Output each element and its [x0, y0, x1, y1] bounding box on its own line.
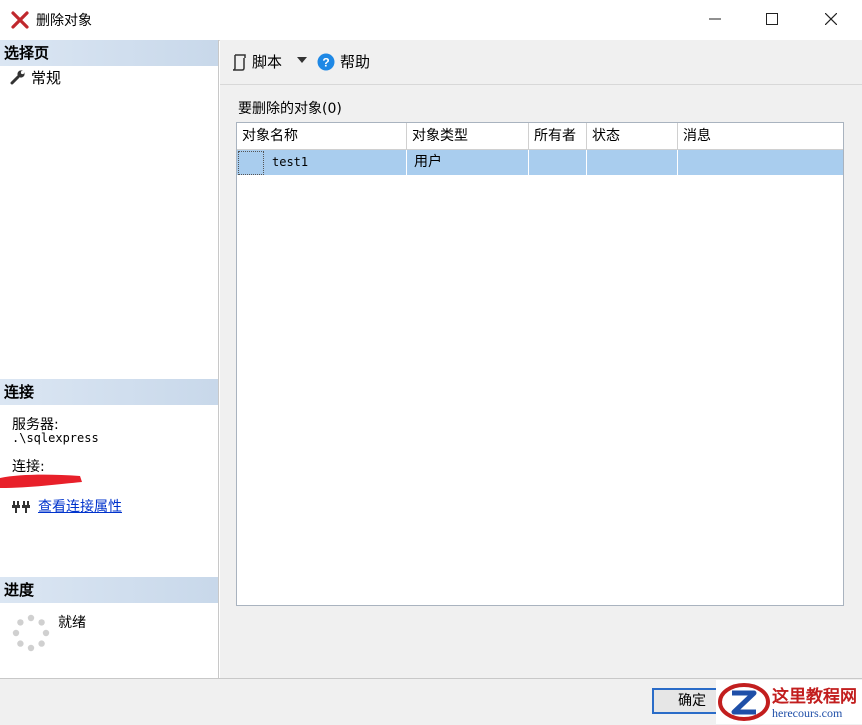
server-value: .\sqlexpress — [12, 431, 99, 445]
title-bar: 删除对象 — [0, 0, 862, 41]
toolbar: 脚本 ? 帮助 — [220, 40, 862, 85]
help-icon: ? — [317, 53, 335, 70]
right-pane: 脚本 ? 帮助 要删除的对象(0) 对象名称 对象类型 所有者 状态 消息 te… — [220, 40, 862, 678]
help-button[interactable]: ? 帮助 — [317, 51, 370, 72]
col-header-type[interactable]: 对象类型 — [407, 123, 529, 149]
col-header-status[interactable]: 状态 — [587, 123, 678, 149]
col-header-name[interactable]: 对象名称 — [237, 123, 407, 149]
close-button[interactable] — [816, 8, 846, 32]
left-pane: 选择页 连接 进度 — [0, 40, 219, 678]
wrench-icon — [10, 70, 25, 85]
col-header-message[interactable]: 消息 — [678, 123, 843, 149]
window-title: 删除对象 — [36, 13, 92, 29]
progress-header: 进度 — [0, 577, 218, 603]
script-icon — [232, 53, 246, 71]
grid-caption: 要删除的对象(0) — [238, 101, 342, 117]
grid-header: 对象名称 对象类型 所有者 状态 消息 — [237, 123, 843, 150]
minimize-button[interactable] — [700, 8, 730, 32]
minimize-icon — [709, 18, 721, 20]
nav-item-label: 常规 — [31, 69, 62, 87]
nav-item-general[interactable]: 常规 — [10, 67, 61, 88]
table-row[interactable]: test1 用户 — [237, 150, 843, 175]
cell-owner — [529, 150, 587, 175]
progress-status: 就绪 — [58, 615, 86, 631]
script-button[interactable]: 脚本 — [230, 51, 282, 72]
svg-text:?: ? — [322, 55, 329, 69]
watermark-brand: 这里教程网 — [772, 687, 857, 707]
close-icon — [824, 12, 838, 26]
watermark-url: herecours.com — [772, 706, 843, 720]
connection-plug-icon — [12, 501, 30, 513]
maximize-button[interactable] — [757, 8, 787, 32]
col-header-owner[interactable]: 所有者 — [529, 123, 587, 149]
maximize-icon — [766, 13, 778, 25]
progress-spinner-icon — [12, 614, 50, 652]
redaction-mark — [0, 474, 82, 488]
cell-status — [587, 150, 678, 175]
script-dropdown-arrow-icon[interactable] — [297, 57, 307, 63]
cell-object-name: test1 — [237, 150, 407, 175]
view-connection-properties[interactable]: 查看连接属性 — [12, 496, 122, 516]
cell-object-type: 用户 — [407, 150, 529, 175]
select-page-header: 选择页 — [0, 40, 218, 66]
view-connection-properties-link[interactable]: 查看连接属性 — [38, 499, 122, 515]
connection-header: 连接 — [0, 379, 218, 405]
objects-grid[interactable]: 对象名称 对象类型 所有者 状态 消息 test1 用户 — [236, 122, 844, 606]
script-label: 脚本 — [252, 53, 283, 71]
watermark-logo-icon — [718, 683, 770, 721]
delete-icon — [11, 11, 29, 29]
cell-message — [678, 150, 843, 175]
help-label: 帮助 — [340, 53, 371, 71]
watermark: 这里教程网 herecours.com — [716, 680, 862, 724]
